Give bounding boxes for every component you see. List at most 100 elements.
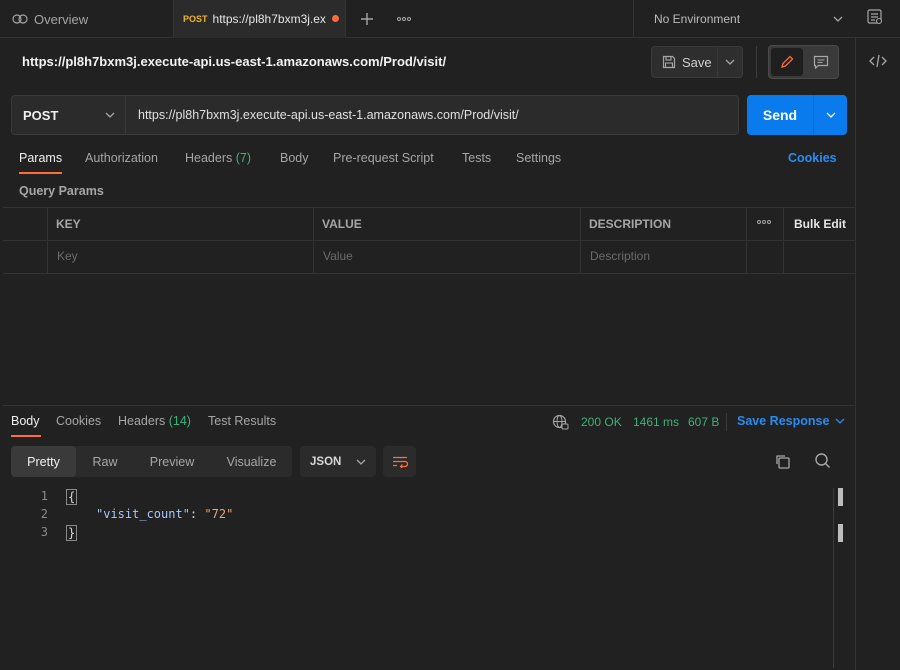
- response-tab-test-results[interactable]: Test Results: [208, 414, 276, 428]
- tab-body[interactable]: Body: [280, 151, 309, 165]
- json-open-brace: {: [66, 489, 78, 505]
- line-number: 2: [40, 507, 48, 521]
- send-button[interactable]: Send: [747, 95, 814, 135]
- tab-settings[interactable]: Settings: [516, 151, 561, 165]
- environment-quick-look-icon: [867, 9, 883, 25]
- tab-prerequest-script[interactable]: Pre-request Script: [333, 151, 434, 165]
- edit-mode-button[interactable]: [771, 48, 803, 76]
- view-pretty-button[interactable]: Pretty: [11, 446, 76, 477]
- json-close-brace: }: [66, 525, 78, 541]
- code-snippet-button[interactable]: [868, 53, 888, 72]
- send-button-group: Send: [747, 95, 847, 135]
- network-info-button[interactable]: [552, 414, 569, 434]
- description-input[interactable]: Description: [590, 249, 650, 263]
- tab-options-button[interactable]: [394, 9, 414, 29]
- table-column-divider: [783, 207, 784, 274]
- response-divider[interactable]: [3, 405, 855, 406]
- response-time[interactable]: 1461 ms: [633, 415, 679, 429]
- save-options-button[interactable]: [718, 59, 742, 65]
- tab-params[interactable]: Params: [19, 151, 62, 165]
- line-number: 1: [40, 489, 48, 503]
- method-label: POST: [23, 107, 59, 123]
- table-column-divider: [47, 207, 48, 274]
- response-tab-cookies[interactable]: Cookies: [56, 414, 101, 428]
- format-select[interactable]: JSON: [300, 446, 376, 477]
- tab-overview[interactable]: Overview: [0, 0, 174, 38]
- table-column-divider: [580, 207, 581, 274]
- pencil-icon: [781, 55, 794, 68]
- view-visualize-button[interactable]: Visualize: [214, 446, 289, 477]
- key-input[interactable]: Key: [57, 249, 78, 263]
- comment-icon: [813, 55, 828, 69]
- more-icon: [757, 220, 771, 224]
- save-icon: [662, 55, 676, 69]
- globe-icon: [552, 414, 569, 430]
- table-column-divider: [313, 207, 314, 274]
- wrap-lines-button[interactable]: [383, 446, 416, 477]
- json-line: "visit_count": "72": [96, 507, 233, 521]
- new-tab-button[interactable]: [357, 9, 377, 29]
- response-tab-headers[interactable]: Headers (14): [118, 414, 191, 428]
- chevron-down-icon: [725, 59, 735, 65]
- view-preview-button[interactable]: Preview: [140, 446, 204, 477]
- scroll-marker: [838, 488, 843, 506]
- column-header-value: VALUE: [322, 217, 362, 231]
- view-raw-button[interactable]: Raw: [80, 446, 130, 477]
- response-status[interactable]: 200 OK: [581, 415, 622, 429]
- table-row-divider: [3, 240, 855, 241]
- response-size[interactable]: 607 B: [688, 415, 719, 429]
- tab-request[interactable]: POST https://pl8h7bxm3j.execute-api.us-e…: [174, 0, 346, 38]
- chevron-down-icon: [833, 16, 843, 22]
- response-tab-body[interactable]: Body: [11, 414, 40, 428]
- response-tab-headers-count: (14): [168, 414, 191, 428]
- request-title[interactable]: https://pl8h7bxm3j.execute-api.us-east-1…: [22, 54, 446, 69]
- bulk-edit-button[interactable]: Bulk Edit: [794, 217, 846, 231]
- more-icon: [397, 17, 411, 21]
- column-header-description: DESCRIPTION: [589, 217, 672, 231]
- chevron-down-icon: [356, 459, 366, 465]
- json-colon: :: [189, 507, 198, 521]
- active-tab-indicator: [19, 172, 62, 174]
- chevron-down-icon: [826, 112, 835, 118]
- right-sidebar: [855, 38, 900, 670]
- line-number: 3: [40, 525, 48, 539]
- copy-button[interactable]: [774, 453, 791, 473]
- environment-label: No Environment: [654, 12, 741, 26]
- chevron-down-icon: [835, 418, 845, 424]
- scroll-marker: [838, 524, 843, 542]
- code-scrollbar[interactable]: [833, 488, 834, 668]
- response-tab-headers-label: Headers: [118, 414, 166, 428]
- brace: }: [66, 525, 78, 541]
- environment-select[interactable]: No Environment: [633, 0, 855, 38]
- query-params-label: Query Params: [19, 184, 104, 198]
- send-options-button[interactable]: [814, 95, 847, 135]
- copy-icon: [776, 455, 790, 469]
- documentation-mode-button[interactable]: [805, 48, 836, 76]
- url-value: https://pl8h7bxm3j.execute-api.us-east-1…: [138, 108, 519, 122]
- json-key: "visit_count": [96, 507, 190, 521]
- environment-quick-look-button[interactable]: [867, 9, 889, 29]
- chevron-down-icon: [105, 112, 115, 118]
- overview-icon: [12, 14, 28, 24]
- code-icon: [869, 54, 887, 68]
- search-icon: [815, 453, 831, 469]
- tab-headers-count: (7): [235, 151, 252, 165]
- tab-headers[interactable]: Headers (7): [185, 151, 251, 165]
- plus-icon: [361, 13, 373, 25]
- save-response-button[interactable]: Save Response: [737, 414, 845, 428]
- save-response-label: Save Response: [737, 414, 830, 428]
- value-input[interactable]: Value: [323, 249, 353, 263]
- save-button[interactable]: Save: [652, 47, 718, 77]
- unsaved-indicator-icon: [331, 15, 339, 22]
- table-column-divider: [746, 207, 747, 274]
- active-tab-indicator: [11, 435, 41, 437]
- save-button-group: Save: [651, 46, 743, 78]
- divider: [756, 46, 757, 78]
- tab-authorization[interactable]: Authorization: [85, 151, 158, 165]
- tab-tests[interactable]: Tests: [462, 151, 491, 165]
- url-input[interactable]: https://pl8h7bxm3j.execute-api.us-east-1…: [126, 95, 739, 135]
- method-select[interactable]: POST: [11, 95, 126, 135]
- column-options-button[interactable]: [757, 216, 771, 227]
- cookies-link[interactable]: Cookies: [788, 151, 837, 165]
- search-button[interactable]: [814, 452, 831, 472]
